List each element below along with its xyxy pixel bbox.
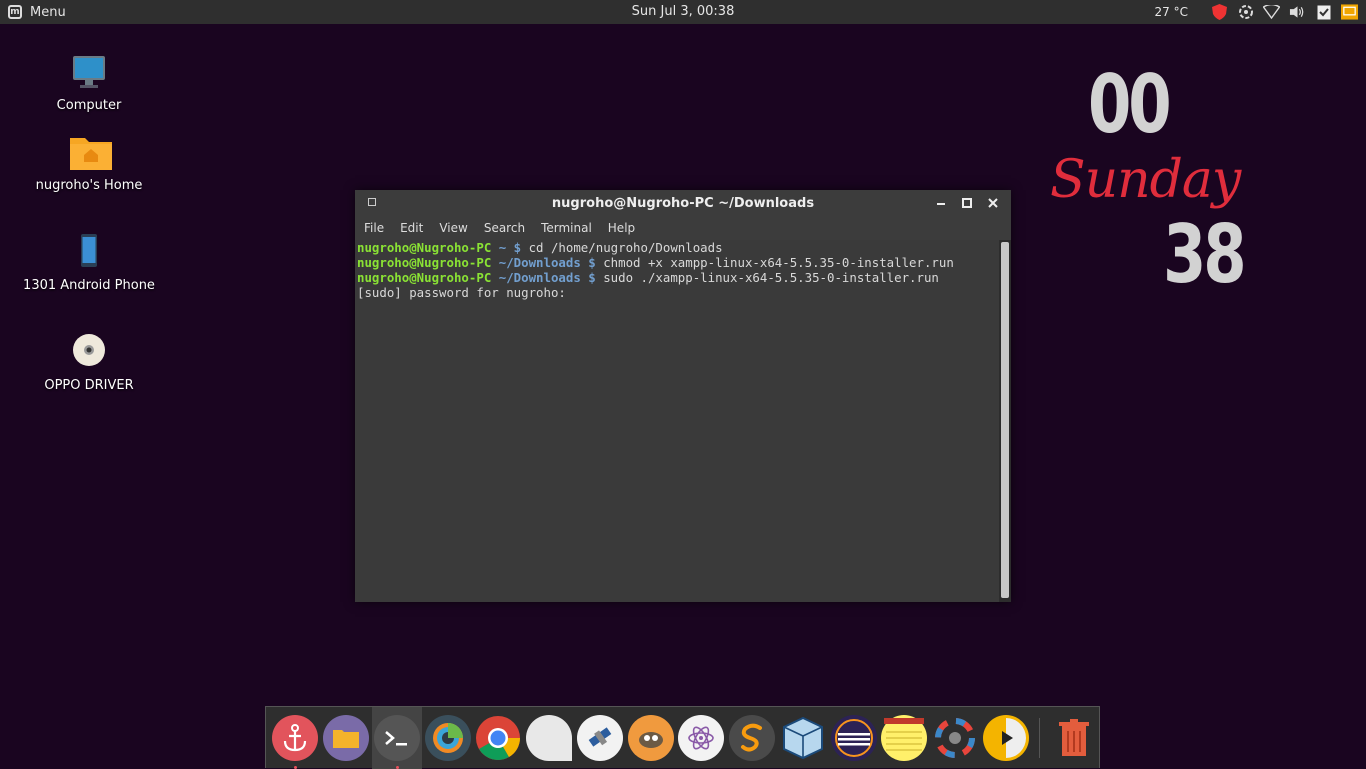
dock-trash[interactable] — [1048, 707, 1099, 769]
dock-shape-app[interactable] — [524, 707, 575, 769]
minimize-button[interactable] — [933, 194, 949, 212]
settings-wheel-icon — [932, 714, 979, 761]
dock-files[interactable] — [321, 707, 372, 769]
chrome-icon — [475, 715, 521, 761]
dock-sublime[interactable] — [727, 707, 778, 769]
panel-clock[interactable]: Sun Jul 3, 00:38 — [632, 4, 735, 19]
terminal-titlebar[interactable]: nugroho@Nugroho-PC ~/Downloads — [355, 190, 1011, 216]
dock-notes[interactable] — [879, 707, 930, 769]
running-indicator — [294, 765, 297, 769]
weather-temperature[interactable]: 27 °C — [1155, 5, 1188, 19]
terminal-icon — [373, 714, 420, 761]
eclipse-icon — [830, 714, 877, 761]
terminal-line: nugroho@Nugroho-PC ~/Downloads $ chmod +… — [357, 255, 999, 270]
dock-chrome[interactable] — [473, 707, 524, 769]
menu-button[interactable]: m Menu — [0, 0, 66, 24]
running-indicator — [395, 765, 399, 769]
media-player-icon — [982, 714, 1029, 761]
dock-settings-wheel[interactable] — [930, 707, 981, 769]
desktop-icon-android-phone[interactable]: 1301 Android Phone — [14, 232, 164, 293]
files-icon — [323, 714, 370, 761]
wifi-icon[interactable] — [1263, 4, 1280, 21]
command-text: cd /home/nugroho/Downloads — [528, 240, 723, 255]
dock-eclipse[interactable] — [828, 707, 879, 769]
command-text: sudo ./xampp-linux-x64-5.5.35-0-installe… — [603, 270, 939, 285]
virtualbox-icon — [780, 715, 826, 761]
dock-terminal[interactable] — [371, 706, 423, 769]
dock-anchor[interactable] — [270, 707, 321, 769]
desktop-icon-oppo-driver[interactable]: OPPO DRIVER — [14, 332, 164, 393]
desktop-icon-label: Computer — [56, 98, 122, 113]
prompt-path: ~ — [491, 240, 507, 255]
phone-icon — [69, 232, 109, 272]
menu-label: Menu — [30, 4, 66, 20]
anchor-icon — [272, 714, 319, 761]
menu-search[interactable]: Search — [484, 221, 525, 235]
terminal-line: nugroho@Nugroho-PC ~/Downloads $ sudo ./… — [357, 270, 999, 285]
disk-usage-icon — [424, 714, 471, 761]
menu-help[interactable]: Help — [608, 221, 635, 235]
top-panel: m Menu Sun Jul 3, 00:38 27 °C — [0, 0, 1366, 24]
dock-disk-usage[interactable] — [422, 707, 473, 769]
shield-icon[interactable] — [1211, 4, 1228, 21]
satellite-icon — [576, 714, 623, 761]
computer-icon — [69, 52, 109, 92]
trash-icon — [1051, 715, 1097, 761]
command-text: chmod +x xampp-linux-x64-5.5.35-0-instal… — [603, 255, 954, 270]
clock-widget-day: Sunday — [1050, 150, 1241, 210]
prompt-user: nugroho@Nugroho-PC — [357, 270, 492, 285]
dock-gimp[interactable] — [625, 707, 676, 769]
mint-logo-icon: m — [8, 5, 22, 19]
dock — [265, 706, 1100, 769]
terminal-app-icon — [368, 198, 376, 206]
terminal-menubar: File Edit View Search Terminal Help — [355, 216, 1011, 240]
terminal-output[interactable]: nugroho@Nugroho-PC ~ $ cd /home/nugroho/… — [355, 240, 999, 602]
terminal-line: nugroho@Nugroho-PC ~ $ cd /home/nugroho/… — [357, 240, 999, 255]
volume-icon[interactable] — [1289, 4, 1306, 21]
gimp-icon — [627, 714, 674, 761]
window-title: nugroho@Nugroho-PC ~/Downloads — [551, 195, 815, 211]
dock-virtualbox[interactable] — [778, 707, 829, 769]
clock-widget-hour: 00 — [1088, 58, 1172, 151]
prompt-user: nugroho@Nugroho-PC — [357, 255, 492, 270]
sublime-icon — [729, 714, 776, 761]
maximize-button[interactable] — [959, 194, 975, 212]
spinner-icon[interactable] — [1237, 4, 1254, 21]
prompt-user: nugroho@Nugroho-PC — [357, 240, 492, 255]
prompt-symbol: $ — [506, 240, 529, 255]
clock-widget-minute: 38 — [1163, 208, 1247, 301]
close-button[interactable] — [985, 194, 1001, 212]
desktop-icon-home[interactable]: nugroho's Home — [14, 132, 164, 193]
prompt-path: ~/Downloads — [491, 255, 581, 270]
dock-separator — [1039, 717, 1041, 758]
menu-file[interactable]: File — [364, 221, 384, 235]
prompt-path: ~/Downloads — [491, 270, 581, 285]
desktop-icon-label: nugroho's Home — [35, 178, 143, 193]
menu-terminal[interactable]: Terminal — [541, 221, 592, 235]
atom-icon — [678, 714, 725, 761]
checklist-icon[interactable] — [1315, 4, 1332, 21]
dock-atom[interactable] — [676, 707, 727, 769]
menu-edit[interactable]: Edit — [400, 221, 423, 235]
system-tray: 27 °C — [1155, 0, 1358, 24]
prompt-symbol: $ — [580, 255, 604, 270]
prompt-symbol: $ — [580, 270, 604, 285]
terminal-window[interactable]: nugroho@Nugroho-PC ~/Downloads File Edit… — [355, 190, 1011, 602]
desktop-icon-computer[interactable]: Computer — [14, 52, 164, 113]
scrollbar-thumb[interactable] — [1001, 242, 1009, 598]
notes-icon — [881, 714, 928, 761]
menu-view[interactable]: View — [439, 221, 467, 235]
home-folder-icon — [69, 132, 112, 172]
dock-satellite[interactable] — [575, 707, 626, 769]
terminal-scrollbar[interactable] — [999, 240, 1011, 602]
desktop-icon-label: OPPO DRIVER — [44, 378, 134, 393]
shape-icon — [526, 714, 573, 761]
cd-disc-icon — [69, 332, 109, 372]
desktop-icon-label: 1301 Android Phone — [23, 278, 155, 293]
screen-icon[interactable] — [1341, 4, 1358, 21]
terminal-output-line: [sudo] password for nugroho: — [357, 285, 566, 300]
dock-media-player[interactable] — [981, 707, 1032, 769]
